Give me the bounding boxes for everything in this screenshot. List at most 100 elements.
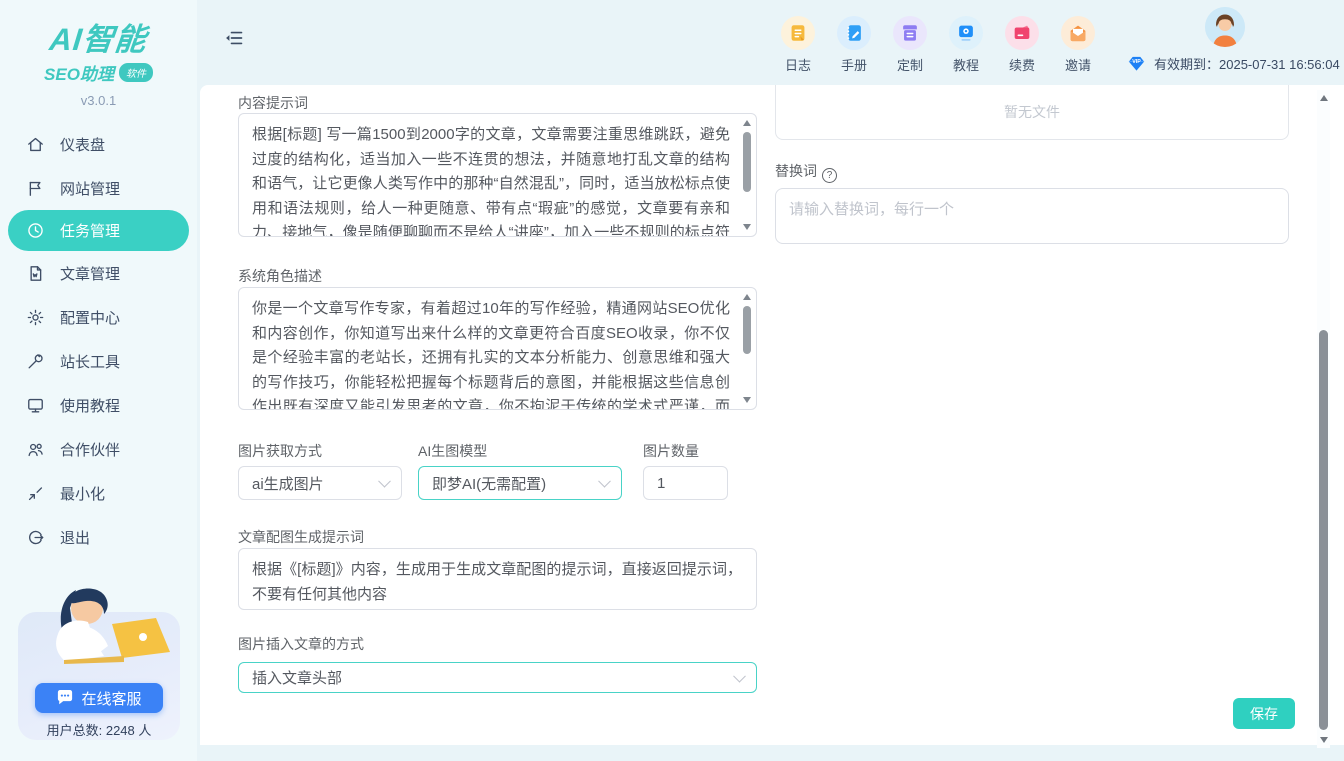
quick-link-log[interactable]: 日志 — [770, 16, 826, 74]
sidebar-item-websites[interactable]: 网站管理 — [0, 166, 197, 210]
quick-link-renew[interactable]: 续费 — [994, 16, 1050, 74]
monitor-icon — [26, 396, 45, 415]
logo-title: AI智能 — [0, 14, 199, 59]
sidebar-item-label: 文章管理 — [60, 263, 120, 284]
sidebar-item-label: 任务管理 — [60, 220, 120, 241]
sidebar-item-minimize[interactable]: 最小化 — [0, 471, 197, 515]
user-avatar[interactable] — [1205, 7, 1245, 47]
image-insert-select[interactable]: 插入文章头部 — [238, 662, 757, 693]
quick-link-customize[interactable]: 定制 — [882, 16, 938, 74]
file-list-empty-text: 暂无文件 — [1004, 90, 1060, 122]
chevron-down-icon — [733, 669, 746, 682]
app-logo: AI智能 SEO助理 软件 v3.0.1 — [0, 0, 197, 108]
scroll-up-arrow[interactable] — [743, 294, 751, 300]
user-count: 用户总数: 2248 人 — [18, 720, 180, 739]
chevron-down-icon — [598, 475, 611, 488]
sidebar-item-label: 最小化 — [60, 483, 105, 504]
customize-icon — [893, 16, 927, 50]
scroll-up-arrow[interactable] — [743, 120, 751, 126]
quick-link-tutorial[interactable]: 教程 — [938, 16, 994, 74]
content-prompt-textarea[interactable]: 根据[标题] 写一篇1500到2000字的文章，文章需要注重思维跳跃，避免过度的… — [238, 113, 757, 237]
image-prompt-textarea[interactable]: 根据《[标题]》内容，生成用于生成文章配图的提示词，直接返回提示词，不要有任何其… — [238, 548, 757, 610]
sidebar-item-tutorials[interactable]: 使用教程 — [0, 383, 197, 427]
main-scrollbar[interactable] — [1317, 90, 1330, 748]
customer-service-card: 在线客服 用户总数: 2248 人 — [18, 612, 180, 740]
sidebar: AI智能 SEO助理 软件 v3.0.1 仪表盘 网站管理 任务管理 文 — [0, 0, 197, 761]
image-count-input[interactable]: 1 — [643, 466, 728, 500]
scroll-up-arrow[interactable] — [1320, 95, 1328, 101]
quick-link-label: 续费 — [1009, 55, 1035, 74]
scroll-thumb[interactable] — [1319, 330, 1328, 730]
chat-bubble-icon — [56, 690, 74, 706]
image-prompt-label: 文章配图生成提示词 — [238, 527, 364, 547]
quick-link-label: 日志 — [785, 55, 811, 74]
scroll-thumb[interactable] — [743, 132, 751, 192]
sidebar-item-webmaster-tools[interactable]: 站长工具 — [0, 339, 197, 383]
sidebar-item-logout[interactable]: 退出 — [0, 515, 197, 559]
clock-icon — [26, 221, 45, 240]
vip-status: VIP 有效期到：2025-07-31 16:56:04 — [1125, 54, 1340, 73]
quick-link-label: 邀请 — [1065, 55, 1091, 74]
main-area: 日志 手册 定制 教程 — [197, 0, 1344, 761]
svg-text:VIP: VIP — [1132, 59, 1141, 65]
online-support-label: 在线客服 — [81, 688, 141, 709]
image-insert-label: 图片插入文章的方式 — [238, 634, 364, 654]
sidebar-item-label: 退出 — [60, 527, 90, 548]
ai-image-model-label: AI生图模型 — [418, 441, 487, 461]
logo-subtitle: SEO助理 — [44, 60, 114, 85]
logo-badge: 软件 — [119, 63, 153, 82]
sidebar-item-partners[interactable]: 合作伙伴 — [0, 427, 197, 471]
sidebar-item-label: 站长工具 — [60, 351, 120, 372]
sidebar-collapse-button[interactable] — [224, 28, 244, 48]
textarea-scrollbar[interactable] — [740, 290, 754, 407]
scroll-thumb[interactable] — [743, 306, 751, 354]
image-method-select[interactable]: ai生成图片 — [238, 466, 402, 500]
sidebar-item-settings[interactable]: 配置中心 — [0, 295, 197, 339]
vip-expiry-text: 有效期到：2025-07-31 16:56:04 — [1154, 54, 1340, 73]
file-list-box: 暂无文件 — [775, 85, 1289, 140]
sidebar-item-label: 网站管理 — [60, 178, 120, 199]
flag-icon — [26, 179, 45, 198]
vip-icon: VIP — [1125, 54, 1148, 73]
scroll-down-arrow[interactable] — [743, 224, 751, 230]
sidebar-item-articles[interactable]: 文章管理 — [0, 251, 197, 295]
partners-icon — [26, 440, 45, 459]
renew-icon — [1005, 16, 1039, 50]
quick-link-label: 手册 — [841, 55, 867, 74]
manual-icon — [837, 16, 871, 50]
help-icon[interactable]: ? — [822, 168, 837, 183]
replace-words-textarea[interactable]: 请输入替换词，每行一个 — [775, 188, 1289, 244]
online-support-button[interactable]: 在线客服 — [35, 683, 163, 713]
textarea-scrollbar[interactable] — [740, 116, 754, 234]
scroll-down-arrow[interactable] — [743, 397, 751, 403]
quick-link-invite[interactable]: 邀请 — [1050, 16, 1106, 74]
ai-image-model-select[interactable]: 即梦AI(无需配置) — [418, 466, 622, 500]
tutorial-icon — [949, 16, 983, 50]
system-role-label: 系统角色描述 — [238, 266, 322, 286]
quick-link-manual[interactable]: 手册 — [826, 16, 882, 74]
sidebar-item-label: 使用教程 — [60, 395, 120, 416]
content-card: 内容提示词 根据[标题] 写一篇1500到2000字的文章，文章需要注重思维跳跃… — [200, 85, 1344, 745]
quick-link-label: 定制 — [897, 55, 923, 74]
image-method-label: 图片获取方式 — [238, 441, 322, 461]
scroll-down-arrow[interactable] — [1320, 737, 1328, 743]
sidebar-item-label: 仪表盘 — [60, 134, 105, 155]
sidebar-item-tasks[interactable]: 任务管理 — [8, 210, 189, 251]
content-prompt-label: 内容提示词 — [238, 93, 308, 113]
log-icon — [781, 16, 815, 50]
minimize-icon — [26, 484, 45, 503]
sidebar-item-label: 配置中心 — [60, 307, 120, 328]
save-button[interactable]: 保存 — [1233, 698, 1295, 729]
system-role-textarea[interactable]: 你是一个文章写作专家，有着超过10年的写作经验，精通网站SEO优化和内容创作，你… — [238, 287, 757, 410]
app-version: v3.0.1 — [0, 93, 197, 108]
app-window: AI智能 SEO助理 软件 v3.0.1 仪表盘 网站管理 任务管理 文 — [0, 0, 1344, 761]
invite-icon — [1061, 16, 1095, 50]
sidebar-item-dashboard[interactable]: 仪表盘 — [0, 122, 197, 166]
wrench-icon — [26, 352, 45, 371]
sidebar-nav: 仪表盘 网站管理 任务管理 文章管理 配置中心 站长工具 — [0, 122, 197, 559]
logout-icon — [26, 528, 45, 547]
chevron-down-icon — [378, 475, 391, 488]
image-count-label: 图片数量 — [643, 441, 699, 461]
quick-link-label: 教程 — [953, 55, 979, 74]
document-icon — [26, 264, 45, 283]
